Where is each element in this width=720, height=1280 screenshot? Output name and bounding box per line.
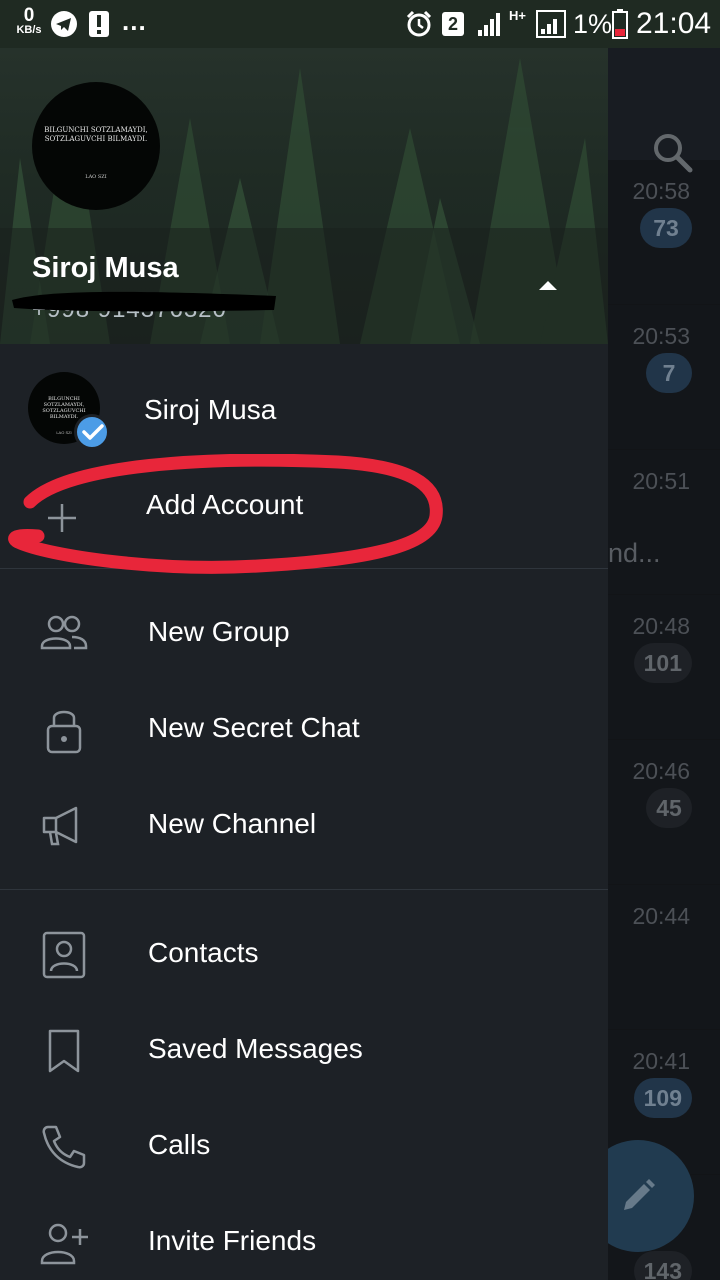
add-person-icon bbox=[40, 1223, 88, 1265]
menu-label: Invite Friends bbox=[148, 1225, 317, 1256]
avatar-signature: LAO SZI bbox=[85, 174, 107, 180]
alarm-icon bbox=[406, 10, 432, 37]
divider bbox=[0, 889, 608, 890]
menu-label: New Channel bbox=[148, 808, 317, 839]
telegram-screen: 20:58 73 20:53 7 20:51 nd... 20:48 101 2… bbox=[0, 0, 720, 1280]
menu-contacts[interactable]: Contacts bbox=[0, 907, 608, 1003]
telegram-notification-icon bbox=[51, 11, 77, 37]
signal-icon-2 bbox=[536, 10, 566, 38]
active-account-badge bbox=[74, 414, 110, 450]
menu-invite-friends[interactable]: Invite Friends bbox=[0, 1195, 608, 1280]
menu-new-channel[interactable]: New Channel bbox=[0, 778, 608, 874]
battery-low-icon bbox=[612, 9, 628, 39]
battery-percent: 1% bbox=[573, 9, 613, 39]
menu-label: New Group bbox=[148, 616, 290, 647]
menu-label: Saved Messages bbox=[148, 1033, 363, 1064]
speed-unit: KB/s bbox=[16, 24, 42, 36]
bookmark-icon bbox=[48, 1029, 80, 1073]
megaphone-icon bbox=[42, 806, 78, 846]
menu-label: New Secret Chat bbox=[148, 712, 360, 743]
avatar-quote: BILGUNCHI SOTZLAMAYDI, SOTZLAGUVCHI BILM… bbox=[44, 126, 148, 143]
speed-value: 0 bbox=[23, 5, 35, 26]
profile-avatar[interactable]: BILGUNCHI SOTZLAMAYDI, SOTZLAGUVCHI BILM… bbox=[32, 82, 160, 210]
more-notifications: ... bbox=[122, 6, 147, 36]
menu-label: Calls bbox=[148, 1129, 211, 1160]
menu-new-group[interactable]: New Group bbox=[0, 586, 608, 682]
drawer-scrim[interactable] bbox=[608, 48, 720, 1280]
navigation-drawer: BILGUNCHI SOTZLAMAYDI, SOTZLAGUVCHI BILM… bbox=[0, 0, 608, 1280]
status-bar: 0 KB/s ... 2 H+ 1% 21:04 bbox=[0, 0, 720, 48]
accounts-toggle[interactable] bbox=[528, 270, 568, 300]
menu-calls[interactable]: Calls bbox=[0, 1099, 608, 1195]
account-item[interactable]: BILGUNCHI SOTZLAMAYDI, SOTZLAGUVCHI BILM… bbox=[0, 344, 608, 472]
drawer-header: BILGUNCHI SOTZLAMAYDI, SOTZLAGUVCHI BILM… bbox=[0, 48, 608, 344]
chevron-up-icon bbox=[539, 281, 557, 290]
divider bbox=[0, 568, 608, 569]
menu-new-secret-chat[interactable]: New Secret Chat bbox=[0, 682, 608, 778]
phone-icon bbox=[42, 1125, 86, 1169]
lock-icon bbox=[46, 710, 82, 754]
account-name: Siroj Musa bbox=[144, 394, 277, 425]
group-icon bbox=[40, 615, 88, 650]
profile-name: Siroj Musa bbox=[32, 252, 179, 284]
alert-icon bbox=[89, 11, 109, 37]
signal-icon bbox=[478, 13, 500, 36]
phone-redaction bbox=[12, 291, 276, 312]
add-account-label: Add Account bbox=[146, 489, 304, 520]
menu-label: Contacts bbox=[148, 937, 259, 968]
network-type: H+ bbox=[509, 8, 526, 23]
plus-icon bbox=[48, 504, 76, 532]
clock: 21:04 bbox=[636, 7, 712, 40]
checkmark-icon bbox=[82, 424, 104, 440]
menu-saved-messages[interactable]: Saved Messages bbox=[0, 1003, 608, 1099]
contact-card-icon bbox=[42, 931, 86, 979]
network-speed: 0 KB/s bbox=[12, 6, 46, 36]
add-account-button[interactable]: Add Account bbox=[0, 472, 608, 568]
sim-indicator: 2 bbox=[442, 12, 464, 36]
